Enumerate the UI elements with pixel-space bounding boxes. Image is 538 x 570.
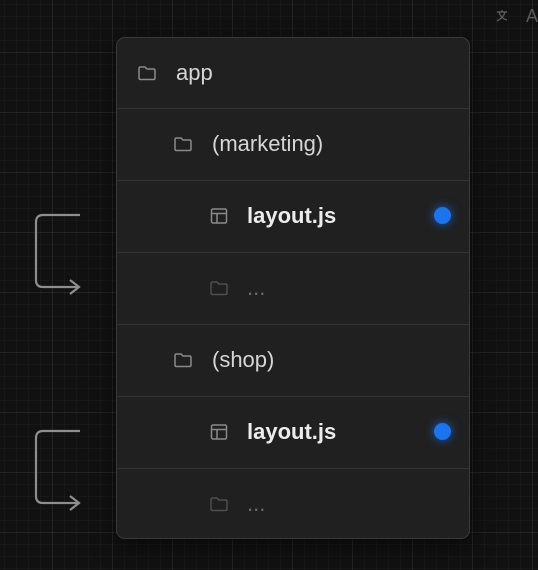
tree-row-layout-marketing[interactable]: layout.js — [117, 180, 469, 251]
tree-label-app: app — [176, 60, 213, 85]
file-tree: app (marketing) layout.js ... (shop) lay… — [116, 37, 470, 539]
corner-label: A — [526, 6, 538, 26]
tree-label-layout: layout.js — [247, 419, 337, 444]
folder-icon — [174, 137, 192, 152]
tree-row-layout-shop[interactable]: layout.js — [117, 396, 469, 467]
layout-icon — [210, 424, 228, 440]
tree-label-ellipsis: ... — [247, 275, 266, 300]
tree-row-marketing[interactable]: (marketing) — [117, 108, 469, 179]
tree-row-more[interactable]: ... — [117, 252, 469, 323]
tree-row-shop[interactable]: (shop) — [117, 324, 469, 395]
translate-icon — [496, 10, 508, 22]
folder-icon — [138, 66, 156, 81]
tree-label-layout: layout.js — [247, 203, 337, 228]
tree-label-ellipsis: ... — [247, 491, 266, 516]
folder-icon — [210, 497, 228, 512]
bracket-arrow-1 — [34, 213, 81, 295]
folder-icon — [174, 353, 192, 368]
tree-row-app[interactable]: app — [117, 38, 469, 108]
tree-label-shop: (shop) — [212, 347, 275, 372]
folder-icon — [210, 281, 228, 296]
tree-label-marketing: (marketing) — [212, 131, 324, 156]
layout-marker-dot — [434, 207, 451, 224]
layout-marker-dot — [434, 423, 451, 440]
bracket-arrow-2 — [34, 429, 81, 511]
tree-row-more[interactable]: ... — [117, 468, 469, 538]
layout-icon — [210, 208, 228, 224]
